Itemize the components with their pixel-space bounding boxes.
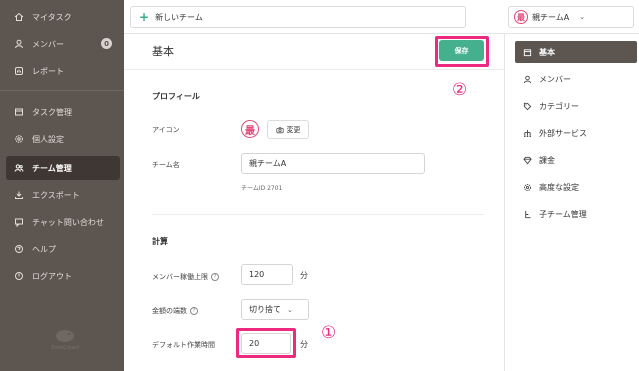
chevron-down-icon: ⌄ [579, 13, 586, 21]
gear-icon [524, 183, 531, 191]
settings-tab-categories[interactable]: カテゴリー [515, 95, 637, 117]
sidebar-item-report[interactable]: レポート [6, 59, 120, 83]
rounding-label: 金額の端数 ? [152, 306, 198, 316]
crow-logo-icon [56, 330, 74, 342]
sidebar-item-export[interactable]: エクスポート [6, 183, 120, 207]
team-avatar: 最 [514, 10, 528, 24]
logout-icon [14, 271, 24, 281]
sidebar-item-label: チーム管理 [32, 163, 72, 173]
diamond-icon [523, 156, 532, 164]
tag-icon [523, 102, 532, 110]
team-name-label: チーム名 [152, 161, 180, 169]
title-divider [124, 69, 504, 70]
sidebar-item-label: マイタスク [32, 12, 72, 22]
timecrowd-logo: TimeCrowd [45, 327, 85, 351]
rounding-select[interactable]: 切り捨て ⌄ [241, 299, 309, 320]
default-time-unit: 分 [300, 340, 308, 349]
save-button[interactable]: 保存 [439, 40, 484, 61]
top-bar: + 新しいチーム 最 親チームA ⌄ [124, 0, 639, 34]
integration-icon [523, 129, 532, 137]
sidebar-item-my-tasks[interactable]: マイタスク [6, 5, 120, 29]
sidebar-item-logout[interactable]: ログアウト [6, 264, 120, 288]
sidebar-item-task-management[interactable]: タスク管理 [6, 100, 120, 124]
member-limit-unit: 分 [300, 271, 308, 280]
annotation-number-1: ① [321, 323, 337, 343]
sidebar-item-label: チャット問い合わせ [32, 217, 104, 227]
settings-tab-label: 基本 [539, 47, 555, 57]
settings-tab-label: 高度な設定 [539, 182, 579, 192]
team-icon [14, 163, 24, 173]
chat-icon [14, 217, 24, 227]
member-limit-input[interactable]: 120 [241, 264, 293, 285]
help-icon[interactable]: ? [211, 273, 219, 281]
sidebar-item-label: タスク管理 [32, 107, 72, 117]
rounding-value: 切り捨て [249, 305, 281, 314]
team-id-text: チームID 2701 [241, 185, 283, 192]
team-icon-avatar: 最 [241, 120, 259, 138]
change-icon-button[interactable]: 変更 [267, 120, 309, 139]
user-icon [14, 39, 24, 49]
sidebar-item-label: 個人設定 [32, 134, 64, 144]
sidebar-item-members[interactable]: メンバー 0 [6, 32, 120, 56]
current-team-name: 親チームA [532, 12, 570, 22]
member-count-badge: 0 [101, 38, 112, 49]
left-sidebar: マイタスク メンバー 0 レポート タスク管理 個人設定 チーム管理 エクスポー… [0, 0, 124, 371]
sidebar-item-team-management[interactable]: チーム管理 [6, 156, 120, 180]
gear-icon [14, 134, 24, 144]
sidebar-item-personal-settings[interactable]: 個人設定 [6, 127, 120, 151]
calc-heading: 計算 [152, 237, 168, 246]
rounding-label-text: 金額の端数 [152, 307, 187, 315]
main-panel: 基本 保存 ② プロフィール アイコン 最 変更 チーム名 親チームA チームI… [124, 34, 504, 371]
sidebar-item-label: メンバー [32, 39, 64, 49]
camera-icon [275, 126, 284, 133]
settings-tab-basic[interactable]: 基本 [515, 41, 637, 63]
settings-tab-label: 外部サービス [539, 128, 587, 138]
settings-tab-label: 子チーム管理 [539, 209, 587, 219]
chevron-down-icon: ⌄ [287, 305, 293, 314]
export-icon [14, 190, 24, 200]
sidebar-item-chat[interactable]: チャット問い合わせ [6, 210, 120, 234]
plus-icon: + [139, 10, 150, 24]
sidebar-item-label: エクスポート [32, 190, 80, 200]
profile-heading: プロフィール [152, 92, 200, 101]
user-icon [523, 75, 532, 83]
settings-tab-subteams[interactable]: 子チーム管理 [515, 203, 637, 225]
section-divider [152, 214, 484, 215]
settings-tab-label: カテゴリー [539, 101, 579, 111]
new-team-button[interactable]: + 新しいチーム [130, 6, 466, 28]
home-icon [14, 12, 24, 22]
annotation-number-2: ② [452, 80, 468, 100]
subteam-icon [525, 210, 531, 218]
settings-tab-billing[interactable]: 課金 [515, 149, 637, 171]
settings-tab-label: 課金 [539, 155, 555, 165]
report-icon [14, 66, 24, 76]
settings-tab-integrations[interactable]: 外部サービス [515, 122, 637, 144]
default-time-label: デフォルト作業時間 [152, 341, 215, 349]
sidebar-divider [0, 90, 124, 91]
help-icon[interactable]: ? [190, 307, 198, 315]
settings-tab-label: メンバー [539, 74, 571, 84]
sidebar-item-label: レポート [32, 66, 64, 76]
default-time-input[interactable]: 20 [241, 333, 291, 354]
sidebar-item-label: ヘルプ [32, 244, 56, 254]
icon-label: アイコン [152, 126, 180, 134]
basic-icon [523, 48, 532, 56]
member-limit-label: メンバー稼働上限 ? [152, 272, 219, 282]
settings-tab-advanced[interactable]: 高度な設定 [515, 176, 637, 198]
member-limit-label-text: メンバー稼働上限 [152, 273, 208, 281]
settings-nav: 基本 メンバー カテゴリー 外部サービス 課金 高度な設定 子チーム管理 [504, 34, 639, 371]
sidebar-item-label: ログアウト [32, 271, 72, 281]
settings-tab-members[interactable]: メンバー [515, 68, 637, 90]
change-label: 変更 [286, 125, 301, 134]
page-title: 基本 [152, 45, 174, 58]
task-icon [14, 107, 24, 117]
help-icon [14, 244, 24, 254]
new-team-label: 新しいチーム [155, 12, 203, 22]
sidebar-item-help[interactable]: ヘルプ [6, 237, 120, 261]
team-name-input[interactable]: 親チームA [241, 153, 425, 174]
team-switcher[interactable]: 最 親チームA ⌄ [508, 6, 634, 28]
